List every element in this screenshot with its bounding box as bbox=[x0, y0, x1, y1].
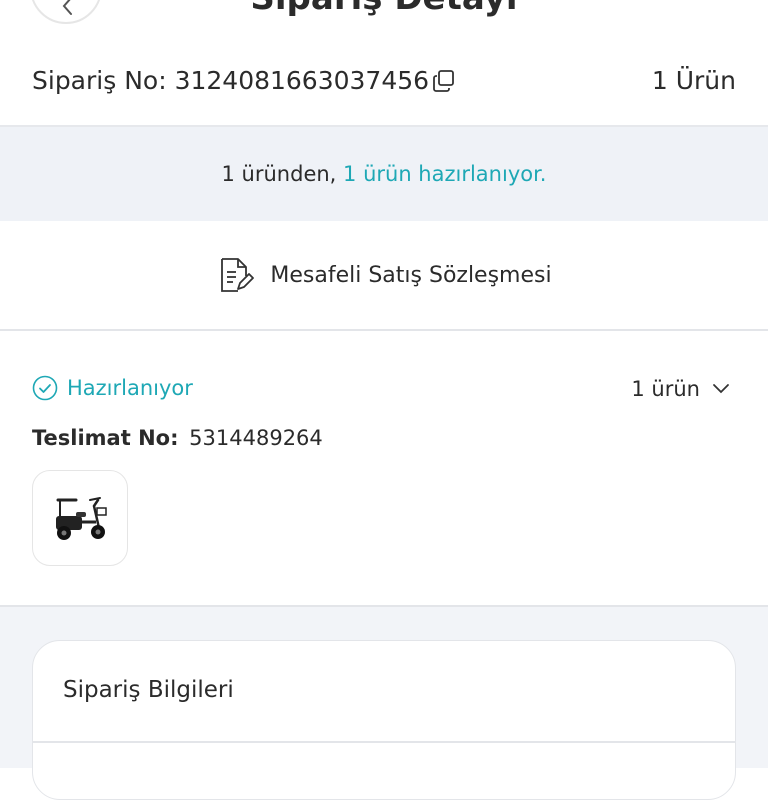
contract-row[interactable]: Mesafeli Satış Sözleşmesi bbox=[0, 221, 768, 331]
order-item-count: 1 Ürün bbox=[651, 66, 736, 95]
order-info-card: Sipariş Bilgileri bbox=[32, 640, 736, 800]
shipment-section: Hazırlanıyor 1 ürün Teslimat No: 5314489… bbox=[0, 333, 768, 607]
card-divider bbox=[33, 741, 735, 743]
document-edit-icon bbox=[221, 258, 255, 292]
status-banner: 1 üründen, 1 ürün hazırlanıyor. bbox=[0, 125, 768, 221]
shipment-count-toggle[interactable]: 1 ürün bbox=[631, 377, 730, 401]
delivery-number-row: Teslimat No: 5314489264 bbox=[32, 426, 323, 450]
chevron-down-icon bbox=[713, 384, 729, 394]
order-number: Sipariş No: 3124081663037456 bbox=[32, 66, 430, 95]
product-thumbnail[interactable] bbox=[32, 470, 128, 566]
banner-prefix: 1 üründen, bbox=[221, 162, 344, 186]
delivery-label: Teslimat No: bbox=[32, 426, 179, 450]
shipment-count-label: 1 ürün bbox=[631, 377, 700, 401]
shipment-status: Hazırlanıyor bbox=[32, 375, 193, 401]
order-info-title: Sipariş Bilgileri bbox=[63, 677, 234, 703]
check-circle-icon bbox=[32, 375, 58, 401]
page-title: Sipariş Detayı bbox=[0, 0, 768, 18]
shipment-status-label: Hazırlanıyor bbox=[67, 376, 193, 400]
contract-label: Mesafeli Satış Sözleşmesi bbox=[270, 262, 552, 288]
order-row: Sipariş No: 3124081663037456 1 Ürün bbox=[0, 40, 768, 124]
electric-tricycle-image bbox=[56, 497, 107, 540]
header: Sipariş Detayı bbox=[0, 0, 768, 40]
copy-icon[interactable] bbox=[432, 69, 456, 93]
banner-highlight: 1 ürün hazırlanıyor. bbox=[343, 162, 547, 186]
delivery-number: 5314489264 bbox=[189, 426, 323, 450]
